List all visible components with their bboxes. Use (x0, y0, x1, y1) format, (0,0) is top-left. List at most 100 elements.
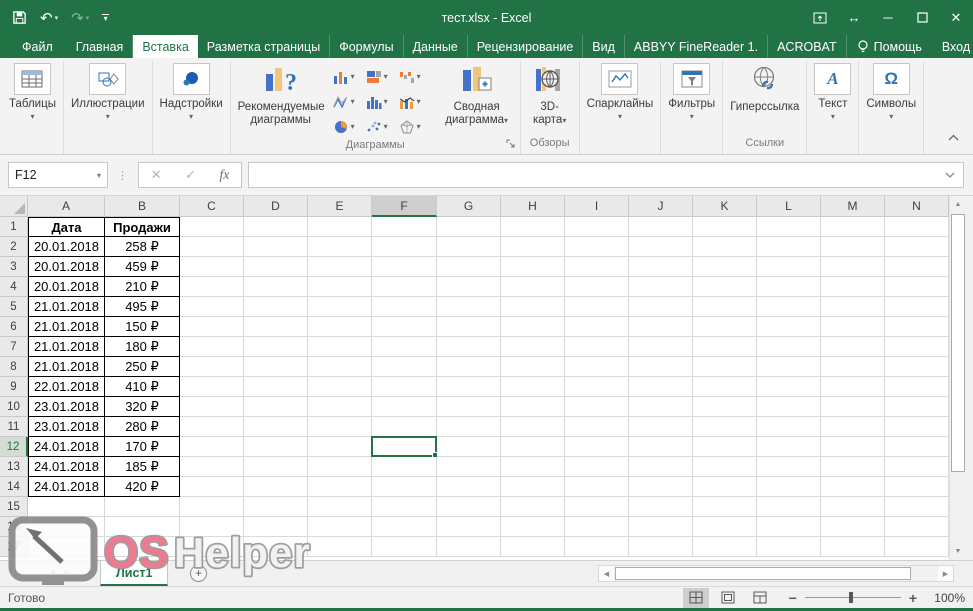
cell-I11[interactable] (565, 417, 629, 437)
tab-formulas[interactable]: Формулы (330, 35, 403, 58)
cell-F15[interactable] (372, 497, 437, 517)
cell-C6[interactable] (180, 317, 244, 337)
cell-G8[interactable] (437, 357, 501, 377)
tab-file[interactable]: Файл (8, 35, 67, 58)
cell-I14[interactable] (565, 477, 629, 497)
tab-view[interactable]: Вид (583, 35, 625, 58)
cell-I15[interactable] (565, 497, 629, 517)
combo-chart-icon[interactable] (399, 89, 432, 114)
cell-A4[interactable]: 20.01.2018 (28, 277, 105, 297)
cell-N10[interactable] (885, 397, 949, 417)
vertical-scrollbar[interactable]: ▲ ▼ (949, 196, 966, 560)
cell-G6[interactable] (437, 317, 501, 337)
cell-B9[interactable]: 410 ₽ (105, 377, 180, 397)
vertical-scroll-thumb[interactable] (951, 214, 965, 472)
cell-K7[interactable] (693, 337, 757, 357)
row-header-7[interactable]: 7 (0, 337, 28, 357)
cell-B17[interactable] (105, 537, 180, 557)
minimize-button[interactable]: ─ (871, 0, 905, 35)
cell-D16[interactable] (244, 517, 308, 537)
cell-N12[interactable] (885, 437, 949, 457)
cell-D1[interactable] (244, 217, 308, 237)
row-header-17[interactable]: 17 (0, 537, 28, 557)
column-header-J[interactable]: J (629, 196, 693, 217)
cell-I3[interactable] (565, 257, 629, 277)
cell-I10[interactable] (565, 397, 629, 417)
cell-F4[interactable] (372, 277, 437, 297)
cell-C11[interactable] (180, 417, 244, 437)
cell-G12[interactable] (437, 437, 501, 457)
cell-M12[interactable] (821, 437, 885, 457)
column-header-F[interactable]: F (372, 196, 437, 217)
cell-J14[interactable] (629, 477, 693, 497)
cell-B16[interactable] (105, 517, 180, 537)
cell-I6[interactable] (565, 317, 629, 337)
scroll-left-icon[interactable]: ◀ (599, 566, 614, 581)
cell-I8[interactable] (565, 357, 629, 377)
cell-K5[interactable] (693, 297, 757, 317)
illustrations-button[interactable]: Иллюстрации ▾ (66, 61, 150, 123)
cell-H17[interactable] (501, 537, 565, 557)
tables-button[interactable]: Таблицы ▾ (4, 61, 61, 123)
cell-H3[interactable] (501, 257, 565, 277)
cell-J17[interactable] (629, 537, 693, 557)
cell-L1[interactable] (757, 217, 821, 237)
cell-A7[interactable]: 21.01.2018 (28, 337, 105, 357)
maximize-button[interactable] (905, 0, 939, 35)
cell-L12[interactable] (757, 437, 821, 457)
cell-J15[interactable] (629, 497, 693, 517)
cell-L13[interactable] (757, 457, 821, 477)
cell-E9[interactable] (308, 377, 372, 397)
cell-C13[interactable] (180, 457, 244, 477)
cell-J5[interactable] (629, 297, 693, 317)
cell-D14[interactable] (244, 477, 308, 497)
cell-K2[interactable] (693, 237, 757, 257)
cell-E12[interactable] (308, 437, 372, 457)
cell-K4[interactable] (693, 277, 757, 297)
cell-H4[interactable] (501, 277, 565, 297)
cell-L8[interactable] (757, 357, 821, 377)
text-button[interactable]: A Текст ▾ (809, 61, 856, 123)
cell-F5[interactable] (372, 297, 437, 317)
cell-J12[interactable] (629, 437, 693, 457)
cell-L10[interactable] (757, 397, 821, 417)
cell-J11[interactable] (629, 417, 693, 437)
row-header-9[interactable]: 9 (0, 377, 28, 397)
cell-I1[interactable] (565, 217, 629, 237)
tab-page-layout[interactable]: Разметка страницы (198, 35, 330, 58)
redo-button[interactable]: ↷▾ (71, 9, 89, 27)
cell-C15[interactable] (180, 497, 244, 517)
enter-formula-icon[interactable]: ✓ (185, 167, 196, 183)
cell-H2[interactable] (501, 237, 565, 257)
cell-G13[interactable] (437, 457, 501, 477)
cell-J8[interactable] (629, 357, 693, 377)
cell-F9[interactable] (372, 377, 437, 397)
cell-K1[interactable] (693, 217, 757, 237)
expand-formula-bar-icon[interactable] (945, 170, 955, 181)
cell-K17[interactable] (693, 537, 757, 557)
cell-E6[interactable] (308, 317, 372, 337)
row-header-11[interactable]: 11 (0, 417, 28, 437)
help-tab[interactable]: Помощь (847, 35, 932, 58)
cell-C12[interactable] (180, 437, 244, 457)
cell-E2[interactable] (308, 237, 372, 257)
cell-J3[interactable] (629, 257, 693, 277)
resize-icon[interactable]: ↔ (837, 0, 871, 35)
cell-A17[interactable] (28, 537, 105, 557)
cell-K14[interactable] (693, 477, 757, 497)
cell-B4[interactable]: 210 ₽ (105, 277, 180, 297)
pie-chart-icon[interactable] (333, 114, 366, 139)
cell-B8[interactable]: 250 ₽ (105, 357, 180, 377)
tab-abbyy[interactable]: ABBYY FineReader 1. (625, 35, 768, 58)
cell-J10[interactable] (629, 397, 693, 417)
cell-F8[interactable] (372, 357, 437, 377)
cell-H13[interactable] (501, 457, 565, 477)
cell-C5[interactable] (180, 297, 244, 317)
zoom-out-button[interactable]: − (789, 590, 797, 606)
column-header-K[interactable]: K (693, 196, 757, 217)
cell-N17[interactable] (885, 537, 949, 557)
cell-J7[interactable] (629, 337, 693, 357)
cell-L15[interactable] (757, 497, 821, 517)
cell-M7[interactable] (821, 337, 885, 357)
cell-G16[interactable] (437, 517, 501, 537)
